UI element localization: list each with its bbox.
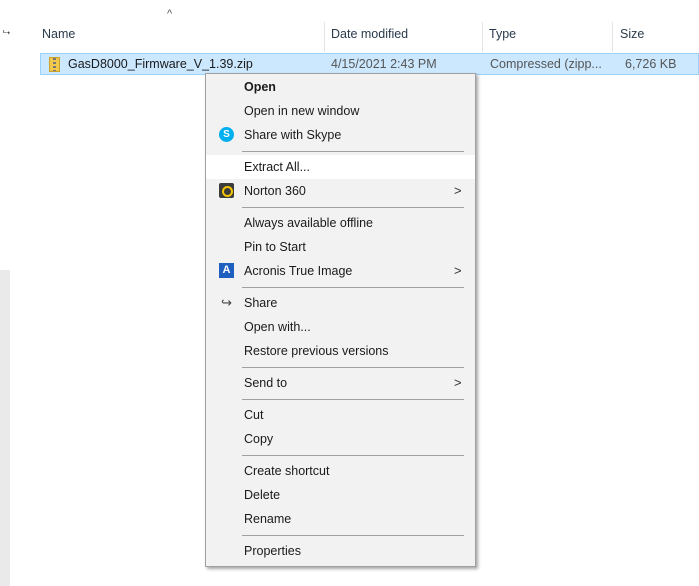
menu-item-label: Cut	[244, 408, 264, 422]
menu-item-label: Always available offline	[244, 216, 374, 230]
column-name[interactable]: Name	[42, 14, 75, 54]
menu-item-label: Create shortcut	[244, 464, 330, 478]
menu-separator	[242, 207, 464, 208]
menu-item-label: Copy	[244, 432, 274, 446]
menu-item-create-shortcut[interactable]: Create shortcut	[206, 459, 475, 483]
column-divider[interactable]	[612, 22, 613, 52]
menu-separator	[242, 287, 464, 288]
menu-item-delete[interactable]: Delete	[206, 483, 475, 507]
menu-item-label: Share with Skype	[244, 128, 342, 142]
submenu-arrow-icon: >	[454, 263, 462, 278]
menu-item-label: Open in new window	[244, 104, 360, 118]
menu-item-label: Pin to Start	[244, 240, 306, 254]
menu-separator	[242, 151, 464, 152]
menu-item-label: Open with...	[244, 320, 311, 334]
skype-icon: S	[219, 127, 234, 142]
menu-item-pin-to-start[interactable]: Pin to Start	[206, 235, 475, 259]
menu-item-copy[interactable]: Copy	[206, 427, 475, 451]
menu-separator	[242, 455, 464, 456]
column-header: ^ Name Date modified Type Size	[22, 8, 699, 54]
menu-item-label: Share	[244, 296, 278, 310]
menu-item-label: Delete	[244, 488, 281, 502]
norton-icon	[219, 183, 234, 198]
menu-separator	[242, 367, 464, 368]
menu-item-label: Acronis True Image	[244, 264, 353, 278]
column-type[interactable]: Type	[489, 14, 516, 54]
share-icon: ↪	[221, 295, 232, 310]
menu-item-cut[interactable]: Cut	[206, 403, 475, 427]
menu-item-norton-360[interactable]: Norton 360 >	[206, 179, 475, 203]
menu-item-label: Rename	[244, 512, 292, 526]
menu-item-label: Properties	[244, 544, 301, 558]
menu-item-acronis-true-image[interactable]: A Acronis True Image >	[206, 259, 475, 283]
navigation-scrollbar[interactable]	[0, 270, 10, 586]
context-menu: Open Open in new window S Share with Sky…	[205, 73, 476, 567]
menu-item-send-to[interactable]: Send to >	[206, 371, 475, 395]
file-type: Compressed (zipp...	[490, 57, 602, 71]
column-date-modified[interactable]: Date modified	[331, 14, 408, 54]
file-date-modified: 4/15/2021 2:43 PM	[331, 57, 437, 71]
file-size: 6,726 KB	[625, 57, 677, 71]
file-row-selected[interactable]: GasD8000_Firmware_V_1.39.zip 4/15/2021 2…	[40, 53, 699, 75]
menu-item-rename[interactable]: Rename	[206, 507, 475, 531]
collapse-arrow-icon[interactable]: ⮡	[3, 28, 11, 37]
menu-separator	[242, 535, 464, 536]
menu-item-restore-previous-versions[interactable]: Restore previous versions	[206, 339, 475, 363]
submenu-arrow-icon: >	[454, 375, 462, 390]
column-divider[interactable]	[324, 22, 325, 52]
menu-item-extract-all[interactable]: Extract All...	[206, 155, 475, 179]
acronis-icon: A	[219, 263, 234, 278]
menu-item-label: Send to	[244, 376, 288, 390]
menu-item-label: Open	[244, 80, 276, 94]
menu-item-open-with[interactable]: Open with...	[206, 315, 475, 339]
menu-item-label: Restore previous versions	[244, 344, 389, 358]
menu-item-open[interactable]: Open	[206, 75, 475, 99]
zip-folder-icon	[49, 57, 60, 72]
menu-separator	[242, 399, 464, 400]
sort-ascending-icon: ^	[167, 8, 173, 20]
column-size[interactable]: Size	[620, 14, 644, 54]
menu-item-share-skype[interactable]: S Share with Skype	[206, 123, 475, 147]
menu-item-properties[interactable]: Properties	[206, 539, 475, 563]
menu-item-label: Norton 360	[244, 184, 306, 198]
file-name: GasD8000_Firmware_V_1.39.zip	[68, 57, 253, 71]
menu-item-always-available-offline[interactable]: Always available offline	[206, 211, 475, 235]
menu-item-label: Extract All...	[244, 160, 310, 174]
submenu-arrow-icon: >	[454, 183, 462, 198]
menu-item-open-new-window[interactable]: Open in new window	[206, 99, 475, 123]
column-divider[interactable]	[482, 22, 483, 52]
menu-item-share[interactable]: ↪ Share	[206, 291, 475, 315]
